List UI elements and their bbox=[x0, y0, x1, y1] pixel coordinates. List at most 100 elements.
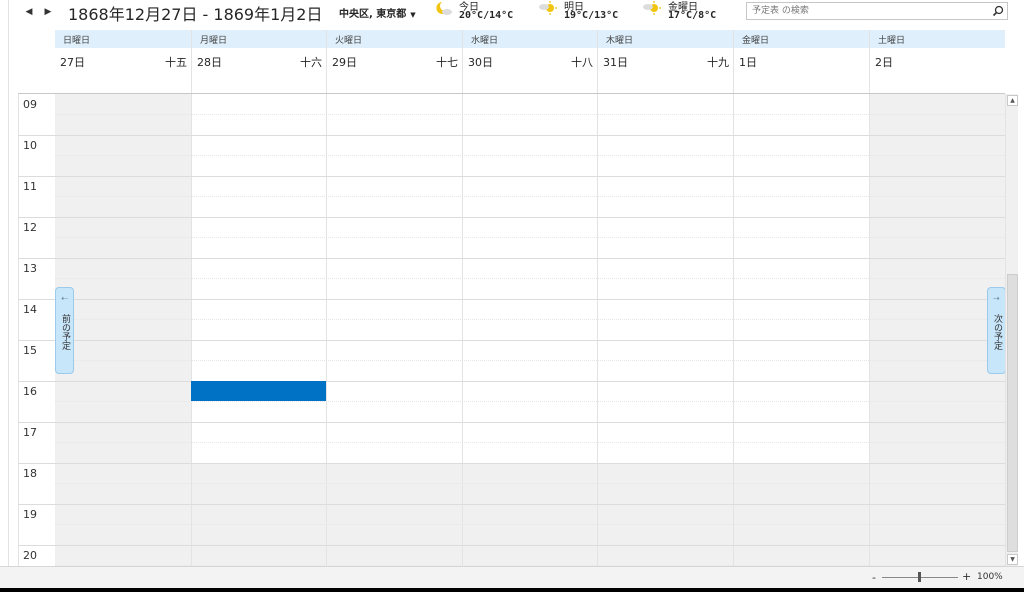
zoom-level: 100% bbox=[977, 572, 1003, 582]
day-header[interactable]: 月曜日 28日 十六 bbox=[191, 30, 326, 94]
weather-temperature: 17°C/8°C bbox=[668, 10, 717, 21]
day-column[interactable] bbox=[597, 94, 733, 566]
hour-gridline bbox=[55, 176, 1005, 177]
day-column[interactable] bbox=[869, 94, 1005, 566]
lunar-date: 十八 bbox=[571, 56, 593, 69]
calendar-window: ◀ ▶ 1868年12月27日 - 1869年1月2日 中央区, 東京都 ▼ 今日… bbox=[0, 0, 1024, 592]
previous-week-button[interactable]: ◀ bbox=[22, 5, 36, 19]
hour-gridline bbox=[18, 545, 55, 546]
left-edge-strip bbox=[0, 0, 9, 592]
scroll-down-button[interactable]: ▼ bbox=[1007, 554, 1018, 565]
hour-label: 17 bbox=[23, 426, 37, 439]
week-grid[interactable] bbox=[55, 94, 1005, 566]
lunar-date: 十七 bbox=[436, 56, 458, 69]
day-header[interactable]: 火曜日 29日 十七 bbox=[326, 30, 462, 94]
arrow-right-icon: ⇢ bbox=[993, 294, 1000, 303]
half-hour-gridline bbox=[55, 442, 1005, 443]
next-week-button[interactable]: ▶ bbox=[41, 5, 55, 19]
weekday-label: 月曜日 bbox=[200, 36, 228, 46]
hour-label: 19 bbox=[23, 508, 37, 521]
calendar-event-block[interactable] bbox=[191, 381, 326, 401]
hour-gridline bbox=[55, 504, 1005, 505]
half-hour-gridline bbox=[55, 524, 1005, 525]
triangle-right-icon: ▶ bbox=[44, 7, 52, 17]
half-hour-gridline bbox=[55, 196, 1005, 197]
day-header[interactable]: 木曜日 31日 十九 bbox=[597, 30, 733, 94]
moon-cloud-icon bbox=[436, 2, 452, 15]
date-number: 27日 bbox=[60, 56, 85, 69]
hour-gridline bbox=[55, 340, 1005, 341]
vertical-scrollbar[interactable]: ▲ ▼ bbox=[1005, 94, 1018, 566]
weekday-label: 金曜日 bbox=[742, 36, 770, 46]
triangle-left-icon: ◀ bbox=[25, 7, 33, 17]
sun-cloud-icon bbox=[643, 1, 661, 15]
status-bar: - + 100% bbox=[0, 566, 1024, 588]
hour-gridline bbox=[18, 299, 55, 300]
hour-gridline bbox=[18, 135, 55, 136]
half-hour-gridline bbox=[55, 155, 1005, 156]
hour-gridline bbox=[18, 381, 55, 382]
half-hour-gridline bbox=[55, 483, 1005, 484]
half-hour-gridline bbox=[55, 114, 1005, 115]
window-bottom-edge bbox=[0, 588, 1024, 592]
previous-appointment-label: 前の予定 bbox=[60, 314, 70, 350]
scroll-up-button[interactable]: ▲ bbox=[1007, 95, 1018, 106]
day-header[interactable]: 水曜日 30日 十八 bbox=[462, 30, 597, 94]
half-hour-gridline bbox=[55, 278, 1005, 279]
half-hour-gridline bbox=[55, 237, 1005, 238]
day-header[interactable]: 金曜日 1日 bbox=[733, 30, 869, 94]
hour-label: 10 bbox=[23, 139, 37, 152]
hour-label: 09 bbox=[23, 98, 37, 111]
hour-label: 20 bbox=[23, 549, 37, 562]
hour-label: 18 bbox=[23, 467, 37, 480]
half-hour-gridline bbox=[55, 360, 1005, 361]
location-label: 中央区, 東京都 bbox=[339, 9, 407, 20]
hour-label: 14 bbox=[23, 303, 37, 316]
weekday-label: 日曜日 bbox=[63, 36, 91, 46]
search-box[interactable] bbox=[746, 2, 1008, 20]
zoom-in-button[interactable]: + bbox=[962, 570, 971, 583]
date-number: 2日 bbox=[875, 56, 893, 69]
day-column[interactable] bbox=[55, 94, 191, 566]
day-header[interactable]: 日曜日 27日 十五 bbox=[55, 30, 191, 94]
zoom-out-button[interactable]: - bbox=[872, 571, 876, 584]
half-hour-gridline bbox=[55, 319, 1005, 320]
day-header[interactable]: 土曜日 2日 bbox=[869, 30, 1005, 94]
hour-gridline bbox=[18, 176, 55, 177]
location-selector[interactable]: 中央区, 東京都 ▼ bbox=[339, 5, 416, 20]
lunar-date: 十六 bbox=[300, 56, 322, 69]
previous-appointment-tab[interactable]: ⇠ 前の予定 bbox=[55, 287, 74, 374]
hour-gridline bbox=[18, 258, 55, 259]
date-number: 30日 bbox=[468, 56, 493, 69]
hour-gridline bbox=[55, 463, 1005, 464]
weekday-label: 土曜日 bbox=[878, 36, 906, 46]
hour-label: 16 bbox=[23, 385, 37, 398]
weekday-label: 火曜日 bbox=[335, 36, 363, 46]
date-number: 29日 bbox=[332, 56, 357, 69]
weekday-label: 水曜日 bbox=[471, 36, 499, 46]
arrow-left-icon: ⇠ bbox=[61, 294, 68, 303]
date-number: 28日 bbox=[197, 56, 222, 69]
time-column: 09 10 11 12 13 14 15 16 17 18 19 20 bbox=[18, 94, 55, 566]
date-range-title: 1868年12月27日 - 1869年1月2日 bbox=[68, 5, 323, 24]
lunar-date: 十五 bbox=[165, 56, 187, 69]
hour-gridline bbox=[18, 217, 55, 218]
hour-label: 15 bbox=[23, 344, 37, 357]
day-column[interactable] bbox=[191, 94, 326, 566]
hour-gridline bbox=[55, 217, 1005, 218]
hour-gridline bbox=[18, 504, 55, 505]
day-column[interactable] bbox=[462, 94, 597, 566]
hour-gridline bbox=[55, 545, 1005, 546]
search-icon[interactable] bbox=[992, 5, 1004, 17]
hour-gridline bbox=[18, 463, 55, 464]
sun-cloud-icon bbox=[539, 1, 557, 15]
scrollbar-thumb[interactable] bbox=[1007, 274, 1018, 552]
day-column[interactable] bbox=[733, 94, 869, 566]
hour-gridline bbox=[18, 422, 55, 423]
lunar-date: 十九 bbox=[707, 56, 729, 69]
zoom-slider-thumb[interactable] bbox=[918, 572, 921, 582]
day-column[interactable] bbox=[326, 94, 462, 566]
half-hour-gridline bbox=[55, 401, 1005, 402]
next-appointment-tab[interactable]: ⇢ 次の予定 bbox=[987, 287, 1006, 374]
search-input[interactable] bbox=[747, 3, 987, 19]
